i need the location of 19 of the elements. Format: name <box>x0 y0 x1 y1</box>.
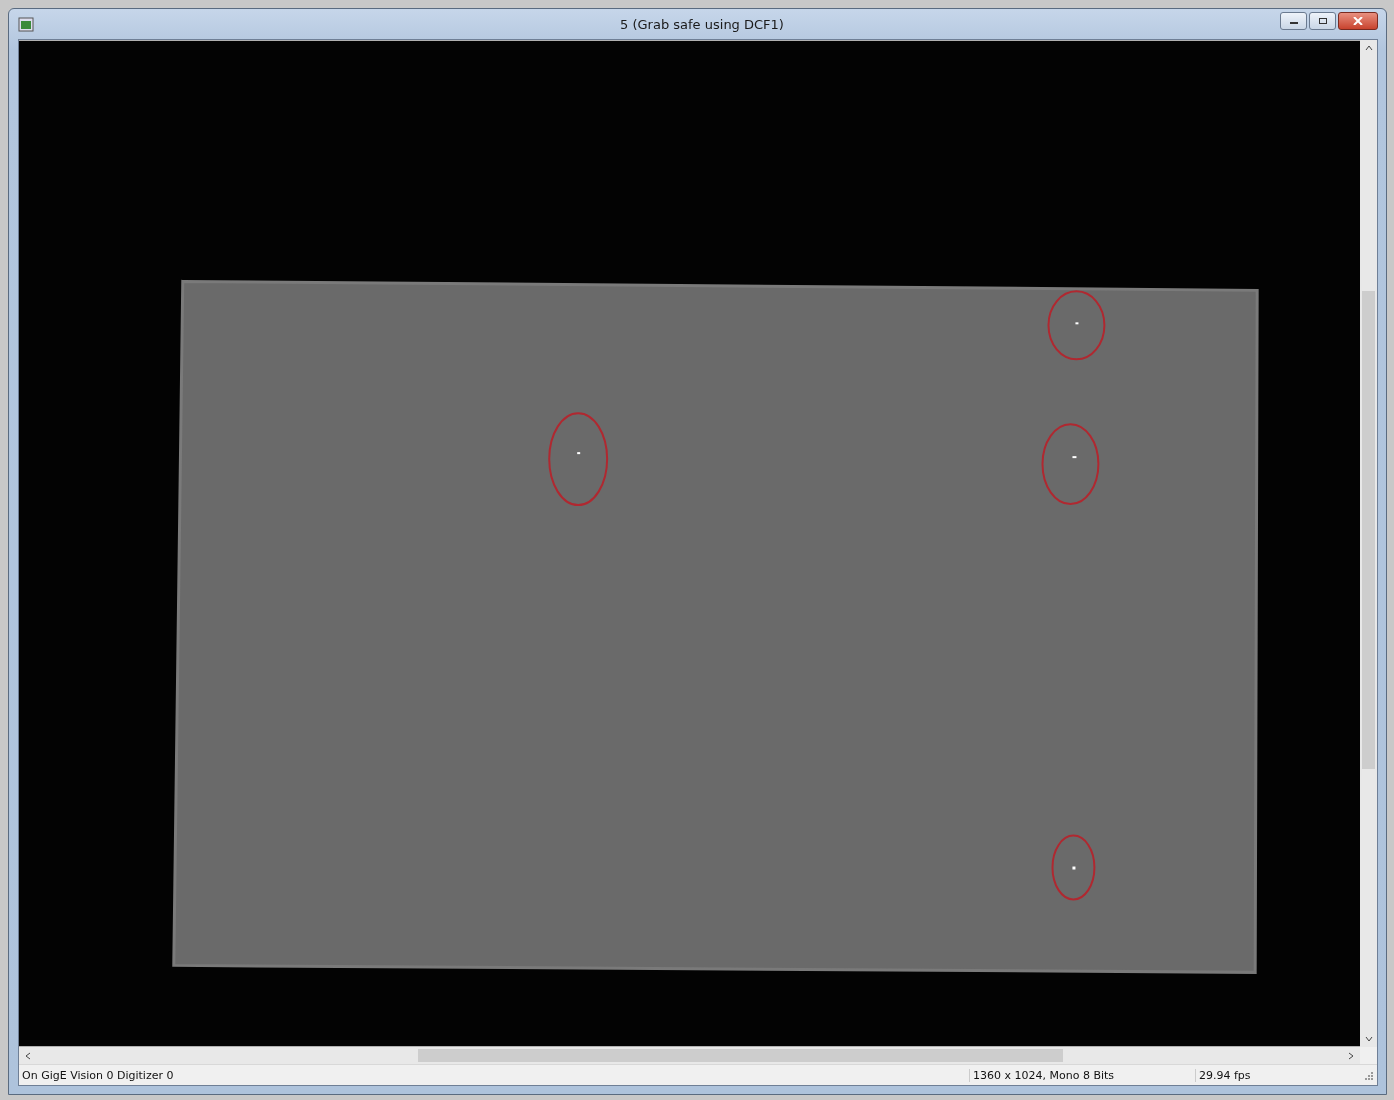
close-button[interactable] <box>1338 12 1378 30</box>
scroll-up-icon[interactable] <box>1364 45 1373 51</box>
status-frame-rate: 29.94 fps <box>1195 1068 1359 1082</box>
minimize-button[interactable] <box>1280 12 1307 30</box>
horizontal-scrollbar[interactable] <box>19 1047 1360 1064</box>
scroll-right-icon[interactable] <box>1348 1051 1354 1060</box>
scrollbar-thumb[interactable] <box>418 1049 1063 1062</box>
scrollbar-thumb[interactable] <box>1362 291 1375 769</box>
app-icon <box>18 16 34 32</box>
window-title: 5 (Grab safe using DCF1) <box>619 16 785 32</box>
scroll-left-icon[interactable] <box>25 1051 31 1060</box>
resize-grip-icon <box>1363 1070 1373 1080</box>
close-icon <box>1353 17 1363 25</box>
status-source: On GigE Vision 0 Digitizer 0 <box>21 1068 175 1082</box>
status-format: 1360 x 1024, Mono 8 Bits <box>969 1068 1195 1082</box>
maximize-button[interactable] <box>1309 12 1336 30</box>
maximize-icon <box>1317 17 1328 25</box>
scroll-down-icon[interactable] <box>1364 1036 1373 1042</box>
vertical-scrollbar[interactable] <box>1360 40 1377 1047</box>
